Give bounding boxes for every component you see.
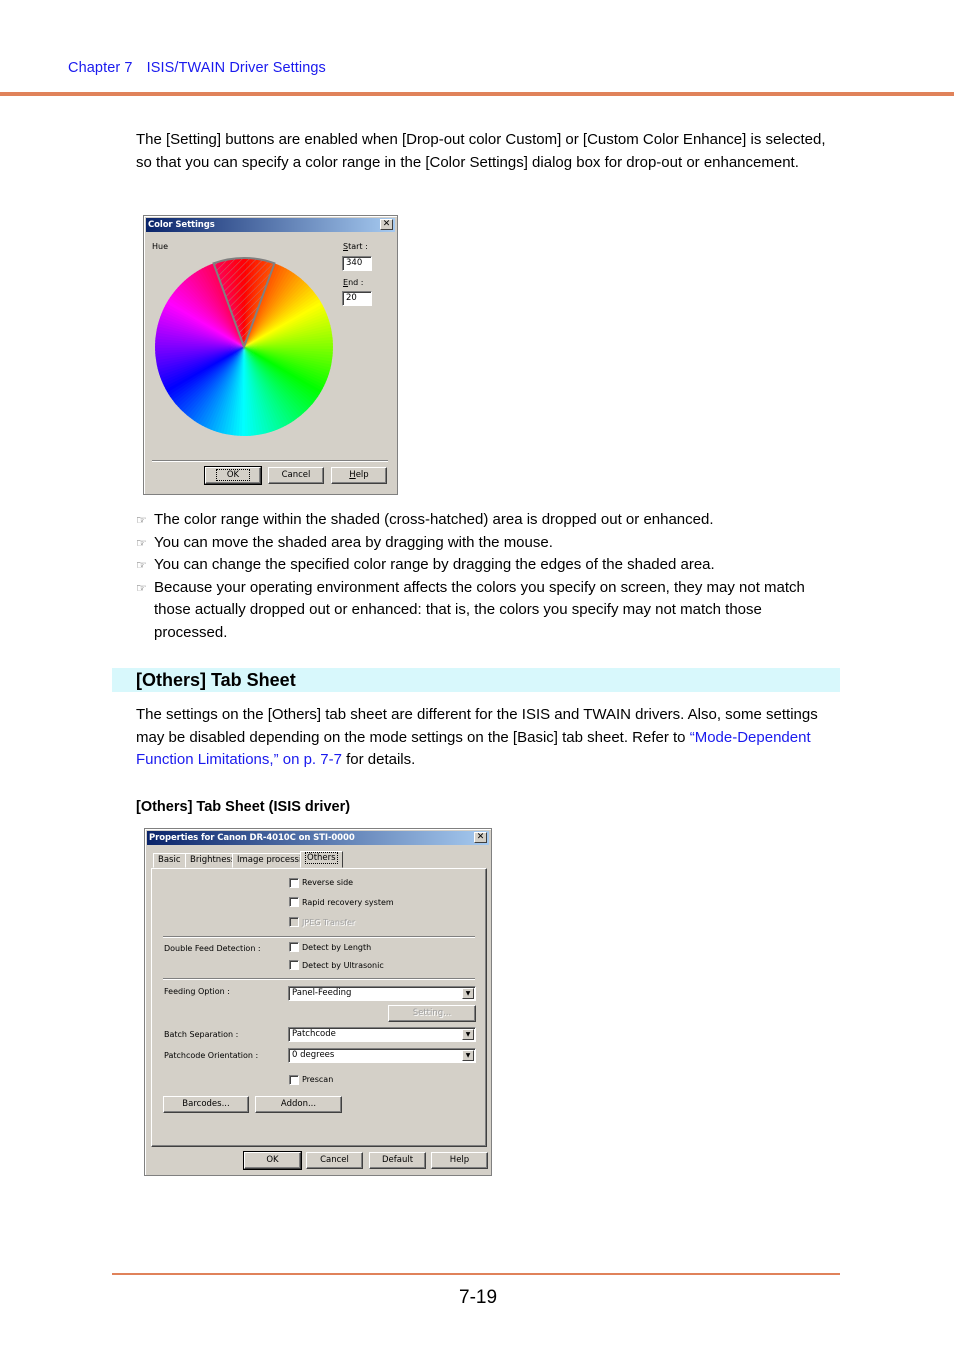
separator xyxy=(163,936,475,938)
list-item: ☞ You can change the specified color rang… xyxy=(136,554,836,577)
properties-dialog: Properties for Canon DR-4010C on STI-000… xyxy=(144,828,492,1176)
barcodes-button[interactable]: Barcodes... xyxy=(163,1096,249,1113)
start-label: Start : xyxy=(343,242,368,251)
jpeg-transfer-label: JPEG Transfer xyxy=(302,918,356,927)
hue-wheel[interactable] xyxy=(153,256,335,438)
cancel-button[interactable]: Cancel xyxy=(306,1152,363,1169)
help-button[interactable]: Help xyxy=(431,1152,488,1169)
feeding-option-label: Feeding Option : xyxy=(164,987,230,996)
prescan-label: Prescan xyxy=(302,1075,334,1084)
chapter-number: Chapter 7 xyxy=(68,60,133,76)
batch-separation-label: Batch Separation : xyxy=(164,1030,239,1039)
end-label: End : xyxy=(343,278,364,287)
rapid-recovery-checkbox[interactable] xyxy=(289,897,299,907)
page-number: 7-19 xyxy=(459,1287,498,1308)
detect-by-ultrasonic-label: Detect by Ultrasonic xyxy=(302,961,384,970)
tab-basic[interactable]: Basic xyxy=(153,853,186,868)
double-feed-label: Double Feed Detection : xyxy=(164,944,261,953)
dialog-titlebar[interactable]: Color Settings ✕ xyxy=(146,218,395,232)
section-paragraph: The settings on the [Others] tab sheet a… xyxy=(136,706,818,768)
addon-button[interactable]: Addon... xyxy=(255,1096,342,1113)
header-rule xyxy=(0,92,954,96)
cancel-button[interactable]: Cancel xyxy=(268,467,324,484)
patchcode-orientation-select[interactable]: 0 degrees ▼ xyxy=(288,1048,476,1063)
running-header: Chapter 7 ISIS/TWAIN Driver Settings xyxy=(68,60,326,76)
subheading: [Others] Tab Sheet (ISIS driver) xyxy=(136,799,351,815)
pointing-hand-icon: ☞ xyxy=(136,580,147,595)
list-item: ☞ Because your operating environment affe… xyxy=(136,578,805,641)
start-input[interactable]: 340 xyxy=(342,256,372,271)
close-icon[interactable]: ✕ xyxy=(474,832,487,843)
separator xyxy=(163,978,475,980)
tab-others[interactable]: Others xyxy=(300,851,343,868)
chevron-down-icon[interactable]: ▼ xyxy=(462,1029,474,1040)
detect-by-length-checkbox[interactable] xyxy=(289,942,299,952)
pointing-hand-icon: ☞ xyxy=(136,535,147,550)
detect-by-ultrasonic-checkbox[interactable] xyxy=(289,960,299,970)
chevron-down-icon[interactable]: ▼ xyxy=(462,1050,474,1061)
dialog-title: Color Settings xyxy=(148,220,215,230)
chapter-title: ISIS/TWAIN Driver Settings xyxy=(146,60,326,76)
dialog-title: Properties for Canon DR-4010C on STI-000… xyxy=(149,833,355,843)
prescan-checkbox[interactable] xyxy=(289,1075,299,1085)
default-button[interactable]: Default xyxy=(369,1152,426,1169)
end-input[interactable]: 20 xyxy=(342,291,372,306)
chevron-down-icon[interactable]: ▼ xyxy=(462,988,474,999)
pointing-hand-icon: ☞ xyxy=(136,558,147,572)
ok-button[interactable]: OK xyxy=(243,1151,302,1170)
list-item: ☞ The color range within the shaded (cros… xyxy=(136,509,836,532)
setting-button[interactable]: Setting... xyxy=(388,1005,476,1022)
intro-paragraph: The [Setting] buttons are enabled when [… xyxy=(136,131,826,171)
dialog-titlebar[interactable]: Properties for Canon DR-4010C on STI-000… xyxy=(147,831,489,845)
ok-button[interactable]: OK xyxy=(204,466,262,485)
notes-list: ☞ The color range within the shaded (cros… xyxy=(136,509,836,644)
reverse-side-checkbox[interactable] xyxy=(289,878,299,888)
feeding-option-select[interactable]: Panel-Feeding ▼ xyxy=(288,986,476,1001)
footer-rule xyxy=(112,1273,840,1275)
batch-separation-select[interactable]: Patchcode ▼ xyxy=(288,1027,476,1042)
close-icon[interactable]: ✕ xyxy=(380,219,393,230)
hue-label: Hue xyxy=(152,242,169,251)
jpeg-transfer-checkbox[interactable] xyxy=(289,917,299,927)
pointing-hand-icon: ☞ xyxy=(136,513,147,527)
detect-by-length-label: Detect by Length xyxy=(302,943,372,952)
reverse-side-label: Reverse side xyxy=(302,878,354,887)
color-settings-dialog: Color Settings ✕ Hue Start : 340 End : 2… xyxy=(143,215,398,495)
rapid-recovery-label: Rapid recovery system xyxy=(302,898,394,907)
section-title: [Others] Tab Sheet xyxy=(136,670,296,690)
dialog-separator xyxy=(152,460,388,462)
help-button[interactable]: Help xyxy=(331,467,387,484)
list-item: ☞ You can move the shaded area by draggin… xyxy=(136,532,836,555)
patchcode-orientation-label: Patchcode Orientation : xyxy=(164,1051,259,1060)
